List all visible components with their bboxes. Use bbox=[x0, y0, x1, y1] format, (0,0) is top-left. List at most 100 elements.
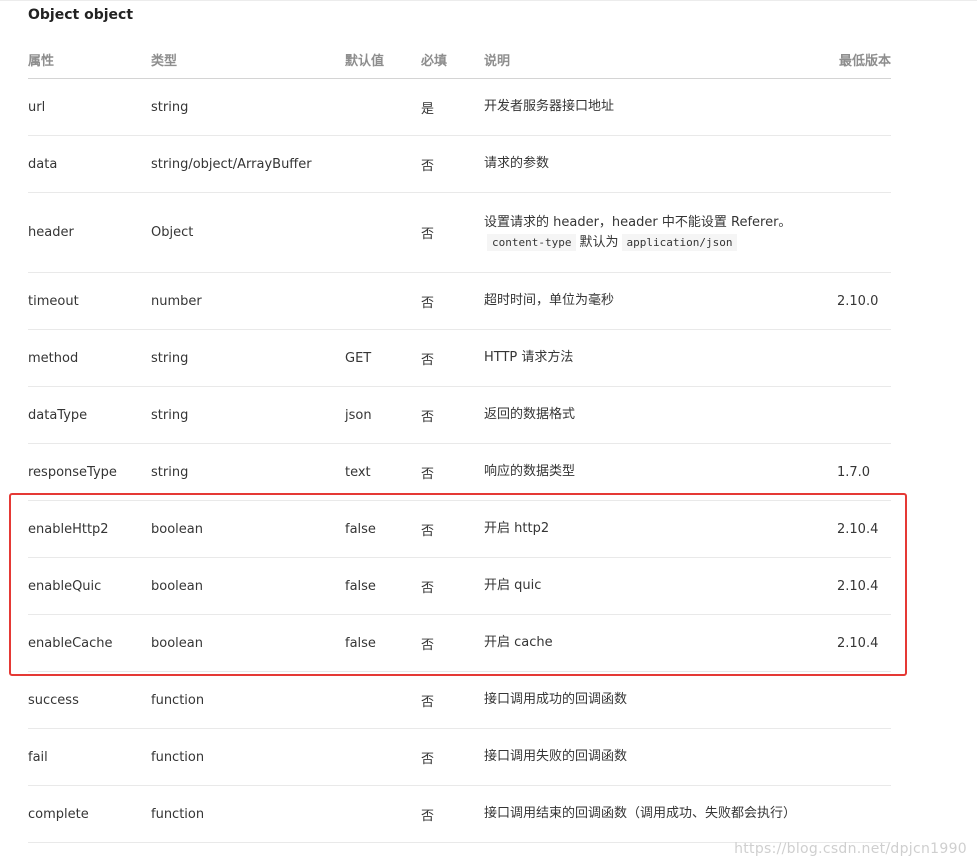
table-row: enableCache boolean false 否 开启 cache 2.1… bbox=[28, 614, 891, 672]
property-name: responseType bbox=[28, 443, 151, 501]
property-min-version bbox=[837, 671, 891, 729]
property-min-version bbox=[837, 78, 891, 136]
inline-code: application/json bbox=[621, 233, 738, 251]
property-name: url bbox=[28, 78, 151, 136]
table-row: header Object 否 设置请求的 header，header 中不能设… bbox=[28, 192, 891, 273]
table-row: enableQuic boolean false 否 开启 quic 2.10.… bbox=[28, 557, 891, 615]
description-line: content-type 默认为 application/json bbox=[484, 233, 837, 253]
description-line: 设置请求的 header，header 中不能设置 Referer。 bbox=[484, 214, 792, 230]
property-type: string bbox=[151, 386, 345, 444]
property-description: 开启 quic bbox=[484, 557, 837, 615]
property-default bbox=[345, 192, 421, 273]
property-min-version: 2.10.4 bbox=[837, 614, 891, 672]
property-description: 接口调用成功的回调函数 bbox=[484, 671, 837, 729]
table-row: timeout number 否 超时时间，单位为毫秒 2.10.0 bbox=[28, 272, 891, 330]
property-required: 否 bbox=[421, 785, 484, 843]
property-description: 开启 http2 bbox=[484, 500, 837, 558]
property-name: success bbox=[28, 671, 151, 729]
property-default bbox=[345, 272, 421, 330]
inline-code: content-type bbox=[487, 233, 577, 251]
table-row: complete function 否 接口调用结束的回调函数（调用成功、失败都… bbox=[28, 785, 891, 843]
property-type: string/object/ArrayBuffer bbox=[151, 135, 345, 193]
property-name: enableQuic bbox=[28, 557, 151, 615]
property-required: 否 bbox=[421, 728, 484, 786]
property-name: timeout bbox=[28, 272, 151, 330]
section-title: Object object bbox=[28, 7, 134, 23]
property-description: 开发者服务器接口地址 bbox=[484, 78, 837, 136]
watermark: https://blog.csdn.net/dpjcn1990 bbox=[734, 841, 967, 857]
property-min-version bbox=[837, 728, 891, 786]
property-description: 返回的数据格式 bbox=[484, 386, 837, 444]
property-name: fail bbox=[28, 728, 151, 786]
property-default bbox=[345, 785, 421, 843]
property-description: 响应的数据类型 bbox=[484, 443, 837, 501]
property-min-version: 2.10.4 bbox=[837, 500, 891, 558]
column-header-type: 类型 bbox=[151, 40, 345, 79]
property-type: boolean bbox=[151, 557, 345, 615]
table-row: method string GET 否 HTTP 请求方法 bbox=[28, 329, 891, 387]
property-required: 否 bbox=[421, 500, 484, 558]
property-type: number bbox=[151, 272, 345, 330]
property-min-version bbox=[837, 329, 891, 387]
property-required: 否 bbox=[421, 192, 484, 273]
table-row: data string/object/ArrayBuffer 否 请求的参数 bbox=[28, 135, 891, 193]
property-required: 否 bbox=[421, 329, 484, 387]
property-required: 否 bbox=[421, 671, 484, 729]
property-min-version: 2.10.0 bbox=[837, 272, 891, 330]
property-min-version: 2.10.4 bbox=[837, 557, 891, 615]
property-default bbox=[345, 78, 421, 136]
property-description: 设置请求的 header，header 中不能设置 Referer。 conte… bbox=[484, 192, 837, 273]
table-row: responseType string text 否 响应的数据类型 1.7.0 bbox=[28, 443, 891, 501]
properties-table: 属性 类型 默认值 必填 说明 最低版本 url string 是 开发者服务器… bbox=[28, 40, 891, 843]
property-default: false bbox=[345, 614, 421, 672]
property-required: 否 bbox=[421, 135, 484, 193]
property-name: dataType bbox=[28, 386, 151, 444]
property-required: 否 bbox=[421, 443, 484, 501]
table-row: enableHttp2 boolean false 否 开启 http2 2.1… bbox=[28, 500, 891, 558]
description-text: 默认为 bbox=[579, 234, 619, 250]
table-row: fail function 否 接口调用失败的回调函数 bbox=[28, 728, 891, 786]
column-header-required: 必填 bbox=[421, 40, 484, 79]
property-default bbox=[345, 728, 421, 786]
property-type: Object bbox=[151, 192, 345, 273]
table-row: success function 否 接口调用成功的回调函数 bbox=[28, 671, 891, 729]
property-type: function bbox=[151, 671, 345, 729]
property-name: enableCache bbox=[28, 614, 151, 672]
property-required: 否 bbox=[421, 386, 484, 444]
property-required: 否 bbox=[421, 272, 484, 330]
table-row: dataType string json 否 返回的数据格式 bbox=[28, 386, 891, 444]
property-min-version bbox=[837, 192, 891, 273]
property-description: 超时时间，单位为毫秒 bbox=[484, 272, 837, 330]
property-min-version bbox=[837, 785, 891, 843]
property-description: 接口调用失败的回调函数 bbox=[484, 728, 837, 786]
property-description: HTTP 请求方法 bbox=[484, 329, 837, 387]
property-required: 否 bbox=[421, 557, 484, 615]
property-description: 请求的参数 bbox=[484, 135, 837, 193]
column-header-min-version: 最低版本 bbox=[837, 40, 891, 79]
property-default: false bbox=[345, 557, 421, 615]
property-name: data bbox=[28, 135, 151, 193]
property-name: header bbox=[28, 192, 151, 273]
property-name: method bbox=[28, 329, 151, 387]
table-row: url string 是 开发者服务器接口地址 bbox=[28, 78, 891, 136]
property-type: function bbox=[151, 785, 345, 843]
property-default: false bbox=[345, 500, 421, 558]
column-header-property: 属性 bbox=[28, 40, 151, 79]
property-default: text bbox=[345, 443, 421, 501]
property-min-version bbox=[837, 386, 891, 444]
property-min-version bbox=[837, 135, 891, 193]
property-required: 是 bbox=[421, 78, 484, 136]
property-default bbox=[345, 135, 421, 193]
column-header-default: 默认值 bbox=[345, 40, 421, 79]
table-header-row: 属性 类型 默认值 必填 说明 最低版本 bbox=[28, 40, 891, 79]
property-type: function bbox=[151, 728, 345, 786]
property-name: complete bbox=[28, 785, 151, 843]
property-min-version: 1.7.0 bbox=[837, 443, 891, 501]
top-divider bbox=[0, 0, 977, 1]
property-required: 否 bbox=[421, 614, 484, 672]
property-default: json bbox=[345, 386, 421, 444]
property-description: 开启 cache bbox=[484, 614, 837, 672]
property-type: string bbox=[151, 78, 345, 136]
column-header-description: 说明 bbox=[484, 40, 837, 79]
property-type: string bbox=[151, 329, 345, 387]
